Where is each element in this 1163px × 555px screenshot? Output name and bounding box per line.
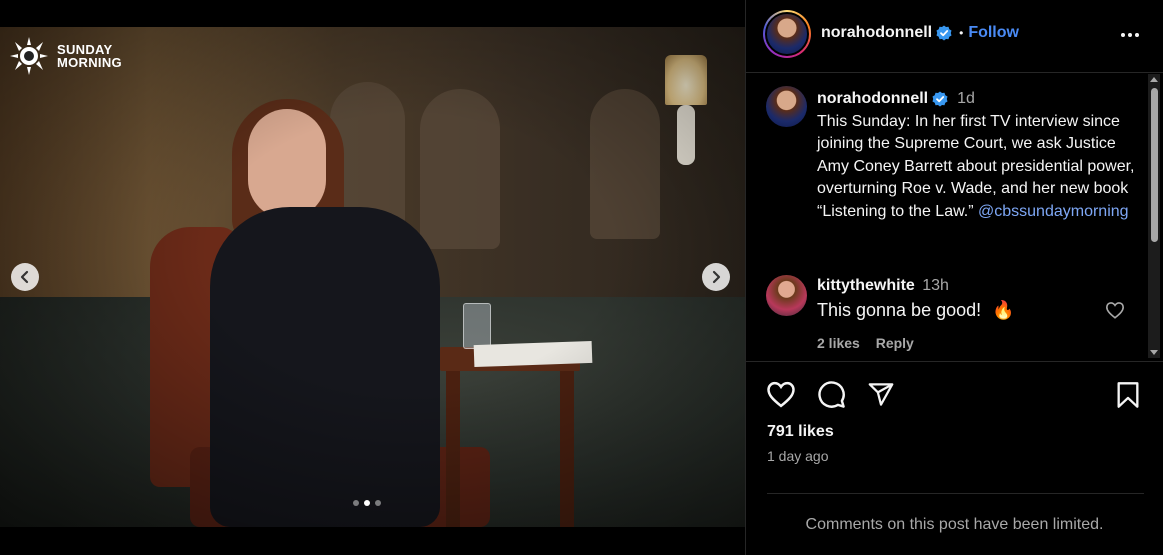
logo-line-2: MORNING <box>57 55 122 70</box>
more-icon <box>1121 33 1139 37</box>
commenter-avatar[interactable] <box>766 275 807 316</box>
sunday-morning-logo-icon <box>7 36 51 76</box>
chevron-right-icon <box>712 270 721 284</box>
verified-icon <box>932 91 948 107</box>
post-sidebar: norahodonnell • Follow norahodonnell 1d … <box>745 0 1163 555</box>
like-button[interactable] <box>766 380 796 413</box>
bookmark-icon <box>1117 382 1139 408</box>
heart-icon <box>767 381 795 408</box>
sunday-morning-logo: SUNDAY MORNING <box>7 36 122 76</box>
comment-likes-count[interactable]: 2 likes <box>817 335 860 351</box>
commenter-username[interactable]: kittythewhite <box>817 277 915 294</box>
comment-button[interactable] <box>817 380 846 414</box>
caption-avatar[interactable] <box>766 86 807 127</box>
post-header: norahodonnell • Follow <box>746 0 1163 73</box>
comments-scrollbar[interactable] <box>1148 74 1160 358</box>
caption-username[interactable]: norahodonnell <box>817 88 928 111</box>
divider <box>767 493 1144 494</box>
comment-like-button[interactable] <box>1105 301 1125 324</box>
carousel-dot-active <box>364 500 370 506</box>
save-button[interactable] <box>1116 381 1140 414</box>
fire-icon: 🔥 <box>992 300 1015 320</box>
comments-limited-notice: Comments on this post have been limited. <box>805 516 1104 533</box>
more-options-button[interactable] <box>1119 24 1141 51</box>
comment-reply-button[interactable]: Reply <box>876 335 914 351</box>
comment-icon <box>818 381 845 408</box>
previous-button[interactable] <box>11 263 39 291</box>
likes-count[interactable]: 791 likes <box>767 423 834 441</box>
caption-mention-link[interactable]: @cbssundaymorning <box>978 203 1129 220</box>
carousel-dot <box>353 500 359 506</box>
comments-section[interactable]: norahodonnell 1d This Sunday: In her fir… <box>746 72 1163 362</box>
comment-meta: kittythewhite 13h <box>817 277 949 295</box>
comment-body: This gonna be good! 🔥 <box>817 300 1015 321</box>
post-media[interactable] <box>0 27 745 527</box>
caption-time[interactable]: 1d <box>957 88 975 111</box>
post-date[interactable]: 1 day ago <box>767 448 829 464</box>
next-button[interactable] <box>702 263 730 291</box>
chevron-left-icon <box>20 270 29 284</box>
follow-button[interactable]: Follow <box>968 24 1019 42</box>
verified-icon <box>936 25 952 41</box>
caption: norahodonnell 1d This Sunday: In her fir… <box>817 88 1137 223</box>
share-icon <box>868 383 894 406</box>
author-avatar[interactable] <box>763 10 811 58</box>
header-separator: • <box>959 26 964 40</box>
author-username[interactable]: norahodonnell <box>821 24 932 42</box>
comment-time[interactable]: 13h <box>922 277 949 294</box>
carousel-indicator <box>353 500 381 506</box>
comment-text: This gonna be good! <box>817 300 982 320</box>
carousel-dot <box>375 500 381 506</box>
share-button[interactable] <box>867 381 895 413</box>
heart-icon <box>1105 302 1125 319</box>
